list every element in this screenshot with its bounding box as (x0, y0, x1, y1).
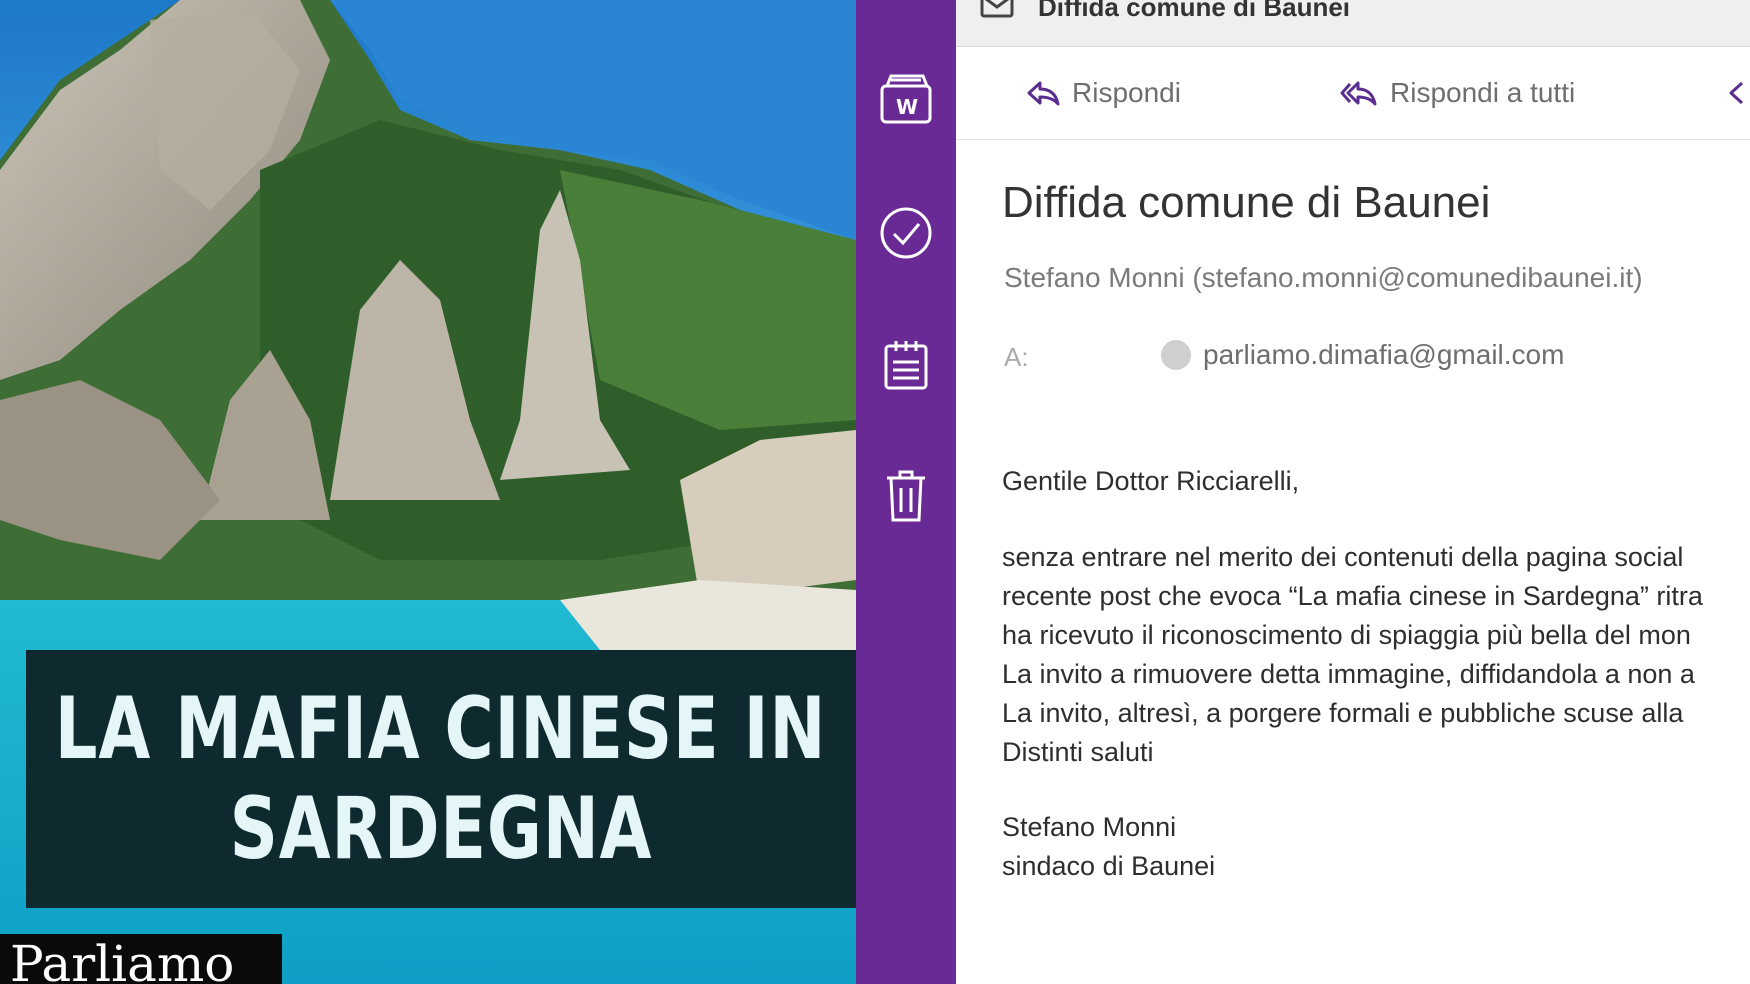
brand-label: Parliamo (0, 934, 282, 984)
reply-all-label: Rispondi a tutti (1390, 77, 1576, 108)
calendar-icon (884, 341, 928, 390)
checkmark-circle-icon (880, 207, 932, 259)
recipient-address: parliamo.dimafia@gmail.com (1203, 339, 1565, 370)
body-line: ha ricevuto il riconoscimento di spiaggi… (1002, 620, 1691, 650)
trash-icon (887, 470, 925, 522)
delete-button[interactable] (878, 468, 934, 524)
app-sidebar: W (856, 0, 956, 984)
email-signature: Stefano Monni sindaco di Baunei (1002, 808, 1215, 886)
body-line: senza entrare nel merito dei contenuti d… (1002, 542, 1684, 572)
word-document-icon: W (880, 74, 932, 124)
body-line: La invito a rimuovere detta immagine, di… (1002, 659, 1695, 689)
email-greeting: Gentile Dottor Ricciarelli, (1002, 466, 1300, 496)
reply-icon (1027, 81, 1060, 106)
signature-name: Stefano Monni (1002, 812, 1177, 842)
reply-all-button[interactable]: Rispondi a tutti (1340, 75, 1575, 111)
body-line: La invito, altresì, a porgere formali e … (1002, 698, 1684, 728)
reply-label: Rispondi (1072, 77, 1181, 108)
reply-all-icon (1340, 81, 1377, 106)
email-view: Diffida comune di Baunei Rispondi Rispon… (956, 0, 1750, 984)
window-title: Diffida comune di Baunei (1038, 0, 1351, 22)
body-line: Distinti saluti (1002, 737, 1154, 767)
headline-line-1: LA MAFIA CINESE IN (55, 679, 827, 779)
reply-button[interactable]: Rispondi (1026, 75, 1181, 111)
forward-icon (1729, 81, 1744, 105)
svg-text:W: W (896, 95, 918, 119)
email-toolbar: Rispondi Rispondi a tutti (956, 47, 1750, 140)
done-button[interactable] (878, 205, 934, 261)
calendar-button[interactable] (878, 337, 934, 393)
signature-title: sindaco di Baunei (1002, 851, 1216, 881)
word-document-button[interactable]: W (878, 70, 934, 126)
news-thumbnail: LA MAFIA CINESE IN SARDEGNA Parliamo (0, 0, 856, 984)
email-sender[interactable]: Stefano Monni (stefano.monni@comunedibau… (1004, 262, 1643, 294)
body-line: recente post che evoca “La mafia cinese … (1002, 581, 1703, 611)
to-label: A: (1004, 342, 1029, 372)
recipient-chip[interactable]: parliamo.dimafia@gmail.com (1161, 339, 1564, 371)
headline-banner: LA MAFIA CINESE IN SARDEGNA (26, 650, 856, 908)
envelope-icon (980, 0, 1014, 18)
recipient-avatar (1161, 340, 1191, 370)
email-subject: Diffida comune di Baunei (1002, 178, 1491, 227)
email-title-bar: Diffida comune di Baunei (956, 0, 1750, 47)
email-paragraph: senza entrare nel merito dei contenuti d… (1002, 538, 1703, 772)
headline-line-2: SARDEGNA (229, 779, 653, 879)
screen: LA MAFIA CINESE IN SARDEGNA Parliamo W D… (0, 0, 1750, 984)
forward-button[interactable] (1728, 75, 1750, 111)
